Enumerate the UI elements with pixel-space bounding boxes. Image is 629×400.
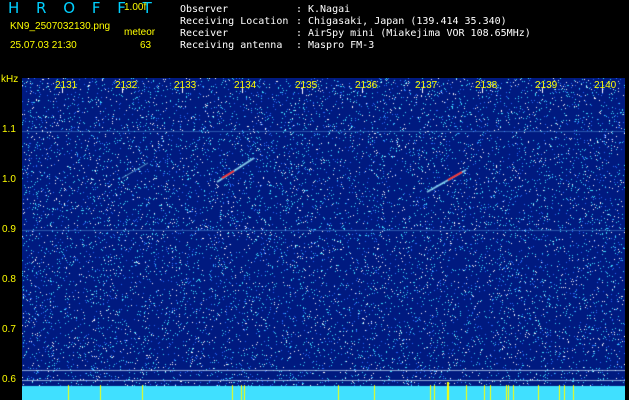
y-tick-label: 1.0 [2,174,16,185]
info-value: AirSpy mini (Miakejima VOR 108.65MHz) [308,28,531,39]
info-key: Receiving antenna [180,40,283,51]
info-row-antenna: Receiving antenna: Maspro FM-3 [180,40,374,51]
x-tick-label: 2133 [174,80,197,91]
info-key: Observer [180,4,229,15]
y-tick-label: 0.7 [2,324,16,335]
version-label: 1.00f [124,2,147,13]
info-sep: : [296,16,303,27]
info-value: K.Nagai [308,4,351,15]
meteor-count: 63 [140,40,152,51]
info-sep: : [296,4,303,15]
hrofft-window: H R O F F T 1.00f KN9_2507032130.png met… [0,0,629,400]
x-tick-label: 2138 [475,80,498,91]
y-tick-label: 0.8 [2,274,16,285]
y-tick-label: 0.6 [2,374,16,385]
info-sep: : [296,28,303,39]
x-tick-label: 2134 [234,80,257,91]
spectrogram-canvas [22,78,625,400]
info-value: Chigasaki, Japan (139.414 35.340) [308,16,507,27]
info-key: Receiving Location [180,16,289,27]
x-tick-label: 2132 [115,80,138,91]
y-tick-label: 1.1 [2,124,16,135]
info-row-location: Receiving Location: Chigasaki, Japan (139… [180,16,507,27]
info-key: Receiver [180,28,229,39]
info-value: Maspro FM-3 [308,40,375,51]
x-tick-label: 2137 [415,80,438,91]
info-sep: : [296,40,303,51]
x-tick-label: 2131 [55,80,78,91]
x-tick-label: 2140 [594,80,617,91]
y-axis-unit-label: kHz [1,74,19,85]
x-tick-label: 2135 [295,80,318,91]
info-row-receiver: Receiver: AirSpy mini (Miakejima VOR 108.… [180,28,531,39]
info-row-observer: Observer: K.Nagai [180,4,350,15]
x-tick-label: 2136 [355,80,378,91]
x-tick-label: 2139 [535,80,558,91]
datetime-label: 25.07.03 21:30 [10,40,77,51]
meteor-label: meteor [124,27,156,38]
y-tick-label: 0.9 [2,224,16,235]
filename-label: KN9_2507032130.png [10,21,111,32]
